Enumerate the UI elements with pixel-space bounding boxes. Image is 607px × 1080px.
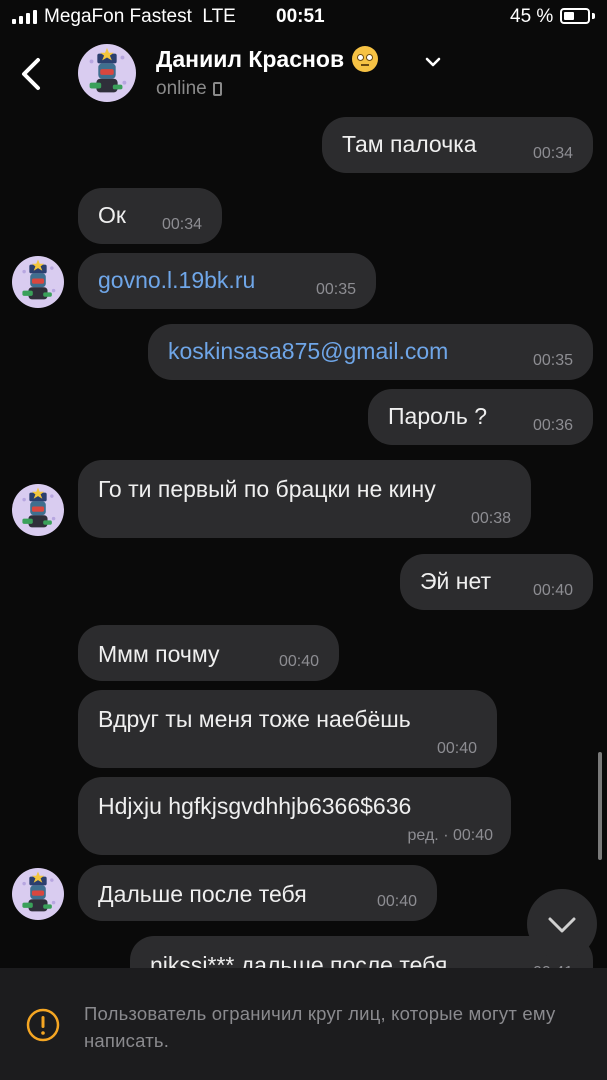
message-time: 00:35	[532, 352, 573, 369]
chevron-left-icon	[22, 58, 40, 90]
message-bubble-in[interactable]: Hdjxju hgfkjsgvdhhjb6366$636 ред. · 00:4…	[78, 777, 511, 855]
message-time: 00:40	[436, 740, 477, 757]
message-time: 00:40	[278, 653, 319, 670]
message-bubble-out[interactable]: Там палочка 00:34	[322, 117, 593, 173]
message-bubble-in[interactable]: Го ти первый по брацки не кину 00:38	[78, 460, 531, 538]
sender-avatar[interactable]	[12, 484, 64, 536]
message-link[interactable]: govno.l.19bk.ru	[98, 267, 255, 294]
status-bar: MegaFon Fastest LTE 00:51 45 %	[0, 0, 607, 34]
contact-name-text: Даниил Краснов	[156, 46, 345, 72]
message-text: Ммм почму	[98, 641, 220, 667]
message-time: 00:40	[532, 582, 573, 599]
back-button[interactable]	[14, 52, 54, 96]
message-bubble-out[interactable]: Пароль ? 00:36	[368, 389, 593, 445]
message-text: Пароль ?	[388, 403, 487, 429]
signal-strength-icon	[12, 10, 37, 24]
restriction-text: Пользователь ограничил круг лиц, которые…	[84, 1003, 556, 1051]
message-bubble-out[interactable]: Эй нет 00:40	[400, 554, 593, 610]
message-bubble-in[interactable]: Ок 00:34	[78, 188, 222, 244]
message-text: Дальше после тебя	[98, 881, 307, 907]
restriction-banner: Пользователь ограничил круг лиц, которые…	[0, 968, 607, 1080]
message-time: 00:36	[532, 417, 573, 434]
message-text: Вдруг ты меня тоже наебёшь	[98, 706, 411, 732]
message-text: Ок	[98, 202, 126, 228]
message-time: 00:40	[376, 893, 417, 910]
expand-header-button[interactable]	[424, 56, 442, 68]
message-time: 00:35	[315, 281, 356, 298]
sender-avatar[interactable]	[12, 868, 64, 920]
message-time: 00:38	[470, 510, 511, 527]
status-clock: 00:51	[276, 6, 325, 27]
face-with-rolling-eyes-icon	[352, 46, 379, 72]
network-type: LTE	[202, 6, 236, 27]
mobile-phone-icon	[212, 82, 222, 96]
message-text: Эй нет	[420, 568, 492, 594]
chat-header: Даниил Краснов online	[0, 34, 607, 114]
online-status: online	[156, 78, 222, 100]
message-edited-time: ред. · 00:40	[407, 827, 493, 844]
scroll-to-bottom-button[interactable]	[527, 889, 597, 959]
warning-circle-icon	[26, 1008, 60, 1042]
chevron-down-icon	[548, 917, 576, 933]
message-bubble-in[interactable]: Вдруг ты меня тоже наебёшь 00:40	[78, 690, 497, 768]
battery-percent: 45 %	[510, 6, 554, 27]
contact-name[interactable]: Даниил Краснов	[156, 46, 379, 73]
carrier-label: MegaFon Fastest LTE	[44, 6, 236, 27]
battery-tip	[592, 13, 595, 19]
message-text: Го ти первый по брацки не кину	[98, 476, 436, 502]
message-text: Там палочка	[342, 131, 477, 157]
battery-icon	[560, 8, 590, 24]
message-time: 00:34	[532, 145, 573, 162]
sender-avatar[interactable]	[12, 256, 64, 308]
message-bubble-in[interactable]: Ммм почму 00:40	[78, 625, 339, 681]
message-bubble-out[interactable]: koskinsasa875@gmail.com 00:35	[148, 324, 593, 380]
message-time: 00:34	[161, 216, 202, 233]
message-bubble-in[interactable]: Дальше после тебя 00:40	[78, 865, 437, 921]
message-text: Hdjxju hgfkjsgvdhhjb6366$636	[98, 793, 412, 819]
message-bubble-in[interactable]: govno.l.19bk.ru 00:35	[78, 253, 376, 309]
chat-scrollbar[interactable]	[598, 752, 602, 860]
message-link[interactable]: koskinsasa875@gmail.com	[168, 338, 448, 365]
contact-avatar[interactable]	[78, 44, 136, 102]
